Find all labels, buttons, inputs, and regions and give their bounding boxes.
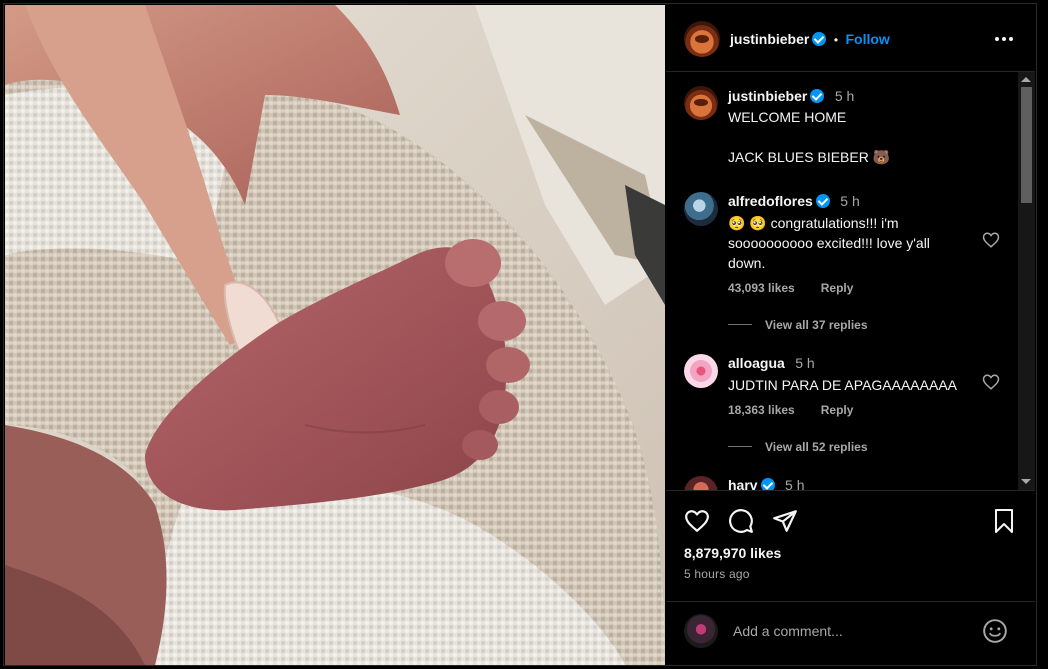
baby-foot-photo xyxy=(5,5,665,665)
comment-time[interactable]: 5 h xyxy=(840,193,859,209)
verified-badge-icon xyxy=(760,478,775,490)
verified-badge-icon xyxy=(812,32,827,46)
likes-count[interactable]: 8,879,970 likes xyxy=(684,545,781,561)
view-replies-button[interactable]: View all 52 replies xyxy=(765,440,868,454)
comment-avatar-alfredoflores[interactable] xyxy=(684,192,718,226)
comment-box-divider xyxy=(666,601,1035,602)
actions-divider xyxy=(666,490,1035,491)
view-replies-button[interactable]: View all 37 replies xyxy=(765,318,868,332)
bookmark-icon[interactable] xyxy=(992,508,1016,534)
replies-line xyxy=(728,446,752,447)
author-avatar[interactable] xyxy=(684,21,720,57)
comment-likes[interactable]: 18,363 likes xyxy=(728,403,795,417)
scroll-up-arrow-icon[interactable] xyxy=(1021,77,1031,82)
comment-text-line: soooooooooo excited!!! love y'all xyxy=(728,235,930,251)
verified-badge-icon xyxy=(810,89,825,103)
caption-line-2: JACK BLUES BIEBER 🐻 xyxy=(728,149,891,165)
comment-avatar-alloagua[interactable] xyxy=(684,354,718,388)
replies-line xyxy=(728,324,752,325)
share-icon[interactable] xyxy=(772,508,798,534)
emoji-icon[interactable] xyxy=(982,618,1008,644)
post-image[interactable] xyxy=(5,5,665,665)
caption-line-1: WELCOME HOME xyxy=(728,109,847,125)
comment-text-line: down. xyxy=(728,255,766,271)
verified-badge-icon xyxy=(815,194,830,208)
comment-like-heart-icon[interactable] xyxy=(982,231,1000,249)
comment-time[interactable]: 5 h xyxy=(795,355,814,371)
caption-avatar[interactable] xyxy=(684,86,718,120)
reply-button[interactable]: Reply xyxy=(821,281,854,295)
comment-like-heart-icon[interactable] xyxy=(982,373,1000,391)
comment-text-line: JUDTIN PARA DE APAGAAAAAAAA xyxy=(728,377,957,393)
heart-icon[interactable] xyxy=(684,508,710,534)
caption-username[interactable]: justinbieber xyxy=(728,88,807,104)
caption-time[interactable]: 5 h xyxy=(835,88,854,104)
post-header: justinbieber • Follow xyxy=(730,31,890,49)
reply-button[interactable]: Reply xyxy=(821,403,854,417)
post-timestamp[interactable]: 5 hours ago xyxy=(684,567,750,581)
author-username[interactable]: justinbieber xyxy=(730,31,809,47)
comment-username[interactable]: alfredoflores xyxy=(728,193,813,209)
more-horizontal-icon[interactable] xyxy=(994,35,1014,43)
scrollbar-thumb[interactable] xyxy=(1021,87,1032,203)
scroll-down-arrow-icon[interactable] xyxy=(1021,479,1031,484)
add-comment-input[interactable]: Add a comment... xyxy=(733,623,843,639)
header-separator: • xyxy=(833,33,839,47)
comment-text-line: 🥺 🥺 congratulations!!! i'm xyxy=(728,215,899,231)
comment-time[interactable]: 5 h xyxy=(785,477,804,490)
comment-icon[interactable] xyxy=(728,508,754,534)
current-user-avatar xyxy=(684,614,718,648)
post-side-panel: justinbieber • Follow justinbieber 5 h W… xyxy=(666,5,1035,665)
follow-button[interactable]: Follow xyxy=(845,31,889,47)
comment-username[interactable]: harv xyxy=(728,477,758,490)
comments-list[interactable]: justinbieber 5 h WELCOME HOME JACK BLUES… xyxy=(666,72,1018,490)
comment-likes[interactable]: 43,093 likes xyxy=(728,281,795,295)
comment-avatar-harv[interactable] xyxy=(684,476,718,490)
comment-username[interactable]: alloagua xyxy=(728,355,785,371)
